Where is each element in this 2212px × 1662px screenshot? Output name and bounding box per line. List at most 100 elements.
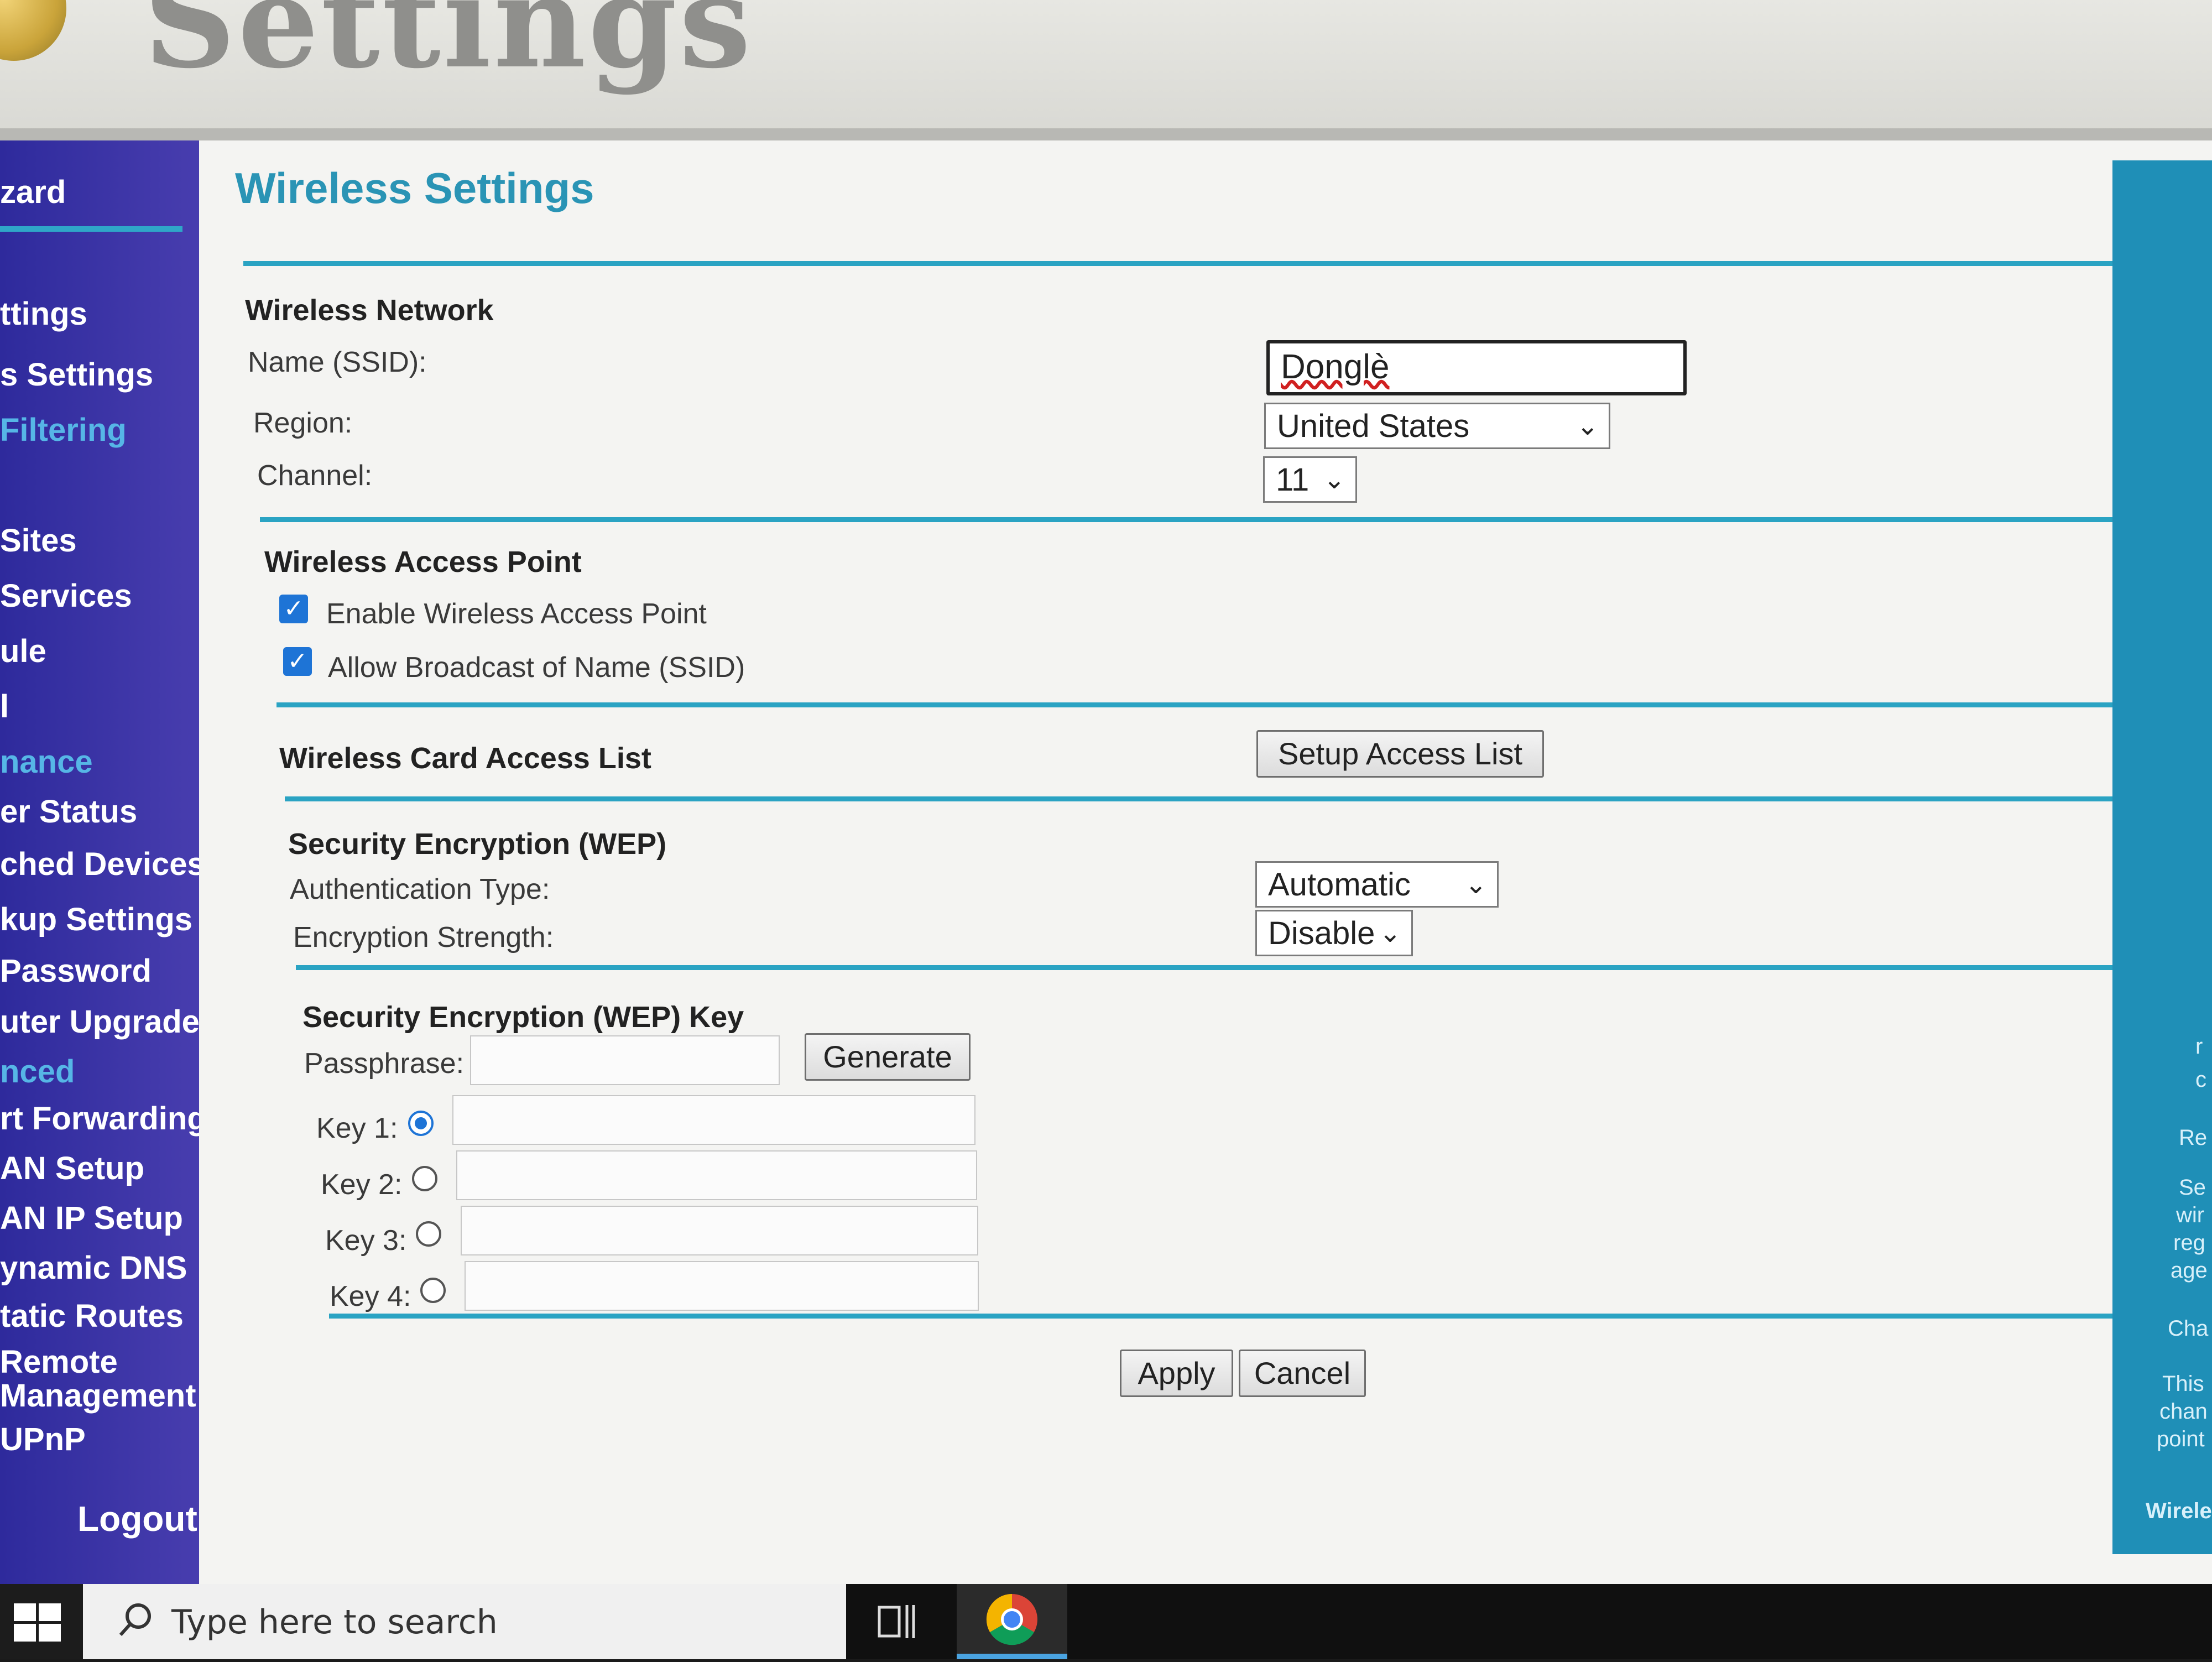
key3-radio[interactable] (416, 1221, 441, 1247)
channel-value: 11 (1276, 462, 1310, 498)
help-text: Cha (2168, 1316, 2209, 1341)
sidebar-item-wireless-settings[interactable]: s Settings (0, 356, 153, 393)
chevron-down-icon: ⌄ (1323, 465, 1345, 494)
search-placeholder: Type here to search (171, 1603, 498, 1642)
cancel-button[interactable]: Cancel (1239, 1350, 1366, 1397)
ssid-input[interactable]: Donglè (1266, 340, 1687, 395)
apply-button[interactable]: Apply (1120, 1350, 1233, 1397)
key1-radio[interactable] (408, 1111, 434, 1136)
encryption-strength-value: Disable (1268, 915, 1375, 951)
section-wireless-network: Wireless Network (245, 294, 494, 327)
broadcast-ssid-checkbox[interactable]: ✓ (283, 647, 312, 676)
key2-label: Key 2: (321, 1169, 403, 1201)
section-wep-key: Security Encryption (WEP) Key (302, 1001, 744, 1034)
key3-label: Key 3: (325, 1225, 407, 1257)
passphrase-label: Passphrase: (304, 1048, 465, 1080)
key2-radio[interactable] (412, 1166, 437, 1191)
task-view-icon[interactable] (863, 1584, 929, 1659)
key4-label: Key 4: (330, 1280, 411, 1312)
page-title: Wireless Settings (235, 164, 594, 212)
sidebar-item-router-upgrade[interactable]: uter Upgrade (0, 1003, 200, 1040)
sidebar-item-wizard[interactable]: zard (0, 174, 66, 211)
sidebar-divider (0, 226, 182, 232)
logout-link[interactable]: Logout (77, 1498, 197, 1539)
sidebar-item-services[interactable]: Services (0, 577, 132, 614)
sidebar-item-backup-settings[interactable]: kup Settings (0, 901, 192, 938)
region-value: United States (1277, 408, 1470, 444)
setup-access-list-button[interactable]: Setup Access List (1256, 730, 1544, 778)
sidebar-item-static-routes[interactable]: tatic Routes (0, 1298, 184, 1335)
region-select[interactable]: United States ⌄ (1264, 403, 1610, 449)
sidebar-item-dynamic-dns[interactable]: ynamic DNS (0, 1249, 187, 1286)
help-text: chan (2159, 1399, 2208, 1424)
help-text: Wirele (2146, 1499, 2212, 1523)
sidebar-item-lan-ip-setup[interactable]: AN IP Setup (0, 1200, 183, 1237)
channel-select[interactable]: 11 ⌄ (1263, 456, 1357, 503)
divider (260, 517, 2212, 522)
help-text: This (2162, 1372, 2204, 1396)
help-panel: r c Re Se wir reg age Cha This chan poin… (2112, 160, 2212, 1554)
divider (243, 261, 2212, 266)
logo (0, 0, 66, 61)
key2-input[interactable] (456, 1150, 977, 1200)
section-wep: Security Encryption (WEP) (288, 827, 667, 861)
divider (276, 702, 2195, 707)
search-icon (119, 1603, 151, 1637)
help-text: Re (2179, 1126, 2208, 1150)
sidebar-item-sites[interactable]: Sites (0, 522, 77, 559)
help-text: point (2157, 1427, 2205, 1451)
section-access-list: Wireless Card Access List (279, 742, 651, 775)
taskbar: Type here to search (0, 1584, 2212, 1659)
sidebar-item-email[interactable]: l (0, 688, 9, 725)
header-banner: Settings (0, 0, 2212, 140)
key1-label: Key 1: (316, 1112, 398, 1144)
enable-ap-checkbox[interactable]: ✓ (279, 595, 308, 623)
windows-icon (14, 1603, 61, 1642)
sidebar-item-router-status[interactable]: er Status (0, 793, 137, 830)
channel-label: Channel: (257, 460, 373, 492)
sidebar-item-port-forwarding[interactable]: rt Forwarding (0, 1100, 207, 1137)
chevron-down-icon: ⌄ (1576, 411, 1599, 441)
sidebar-item-schedule[interactable]: ule (0, 633, 46, 670)
start-button[interactable] (0, 1584, 83, 1659)
encryption-strength-select[interactable]: Disable ⌄ (1255, 910, 1413, 956)
sidebar-section-advanced: nced (0, 1054, 75, 1090)
taskbar-search[interactable]: Type here to search (83, 1584, 846, 1659)
section-access-point: Wireless Access Point (264, 545, 582, 579)
key1-input[interactable] (452, 1095, 975, 1145)
auth-type-select[interactable]: Automatic ⌄ (1255, 861, 1499, 908)
sidebar-section-maintenance: nance (0, 744, 93, 780)
sidebar-item-remote[interactable]: Remote (0, 1343, 118, 1380)
key4-radio[interactable] (420, 1278, 446, 1303)
ssid-label: Name (SSID): (248, 346, 427, 378)
auth-type-value: Automatic (1268, 867, 1411, 903)
region-label: Region: (253, 407, 353, 439)
ssid-value: Donglè (1281, 348, 1390, 386)
help-text: r (2195, 1034, 2203, 1059)
sidebar-item-wan-setup[interactable]: AN Setup (0, 1150, 144, 1187)
chevron-down-icon: ⌄ (1464, 870, 1487, 899)
generate-button[interactable]: Generate (805, 1033, 971, 1081)
key3-input[interactable] (461, 1206, 978, 1255)
passphrase-input[interactable] (470, 1035, 780, 1085)
help-text: Se (2179, 1175, 2206, 1200)
key4-input[interactable] (465, 1261, 979, 1311)
divider (329, 1314, 2126, 1319)
help-text: age (2171, 1258, 2208, 1283)
sidebar-item-set-password[interactable]: Password (0, 952, 152, 989)
sidebar-item-management[interactable]: Management (0, 1377, 196, 1414)
enable-ap-label: Enable Wireless Access Point (326, 598, 707, 630)
sidebar-item-settings[interactable]: ttings (0, 295, 87, 332)
help-text: reg (2173, 1231, 2205, 1255)
broadcast-ssid-label: Allow Broadcast of Name (SSID) (328, 652, 745, 684)
help-text: wir (2176, 1203, 2205, 1227)
chevron-down-icon: ⌄ (1379, 919, 1401, 948)
banner-divider (0, 128, 2212, 140)
chrome-taskbar-button[interactable] (957, 1584, 1067, 1659)
divider (285, 796, 2187, 801)
help-text: c (2195, 1067, 2206, 1092)
sidebar-item-upnp[interactable]: UPnP (0, 1421, 86, 1458)
active-app-indicator (957, 1654, 1067, 1659)
sidebar-item-attached-devices[interactable]: ched Devices (0, 846, 205, 883)
divider (296, 965, 2171, 970)
